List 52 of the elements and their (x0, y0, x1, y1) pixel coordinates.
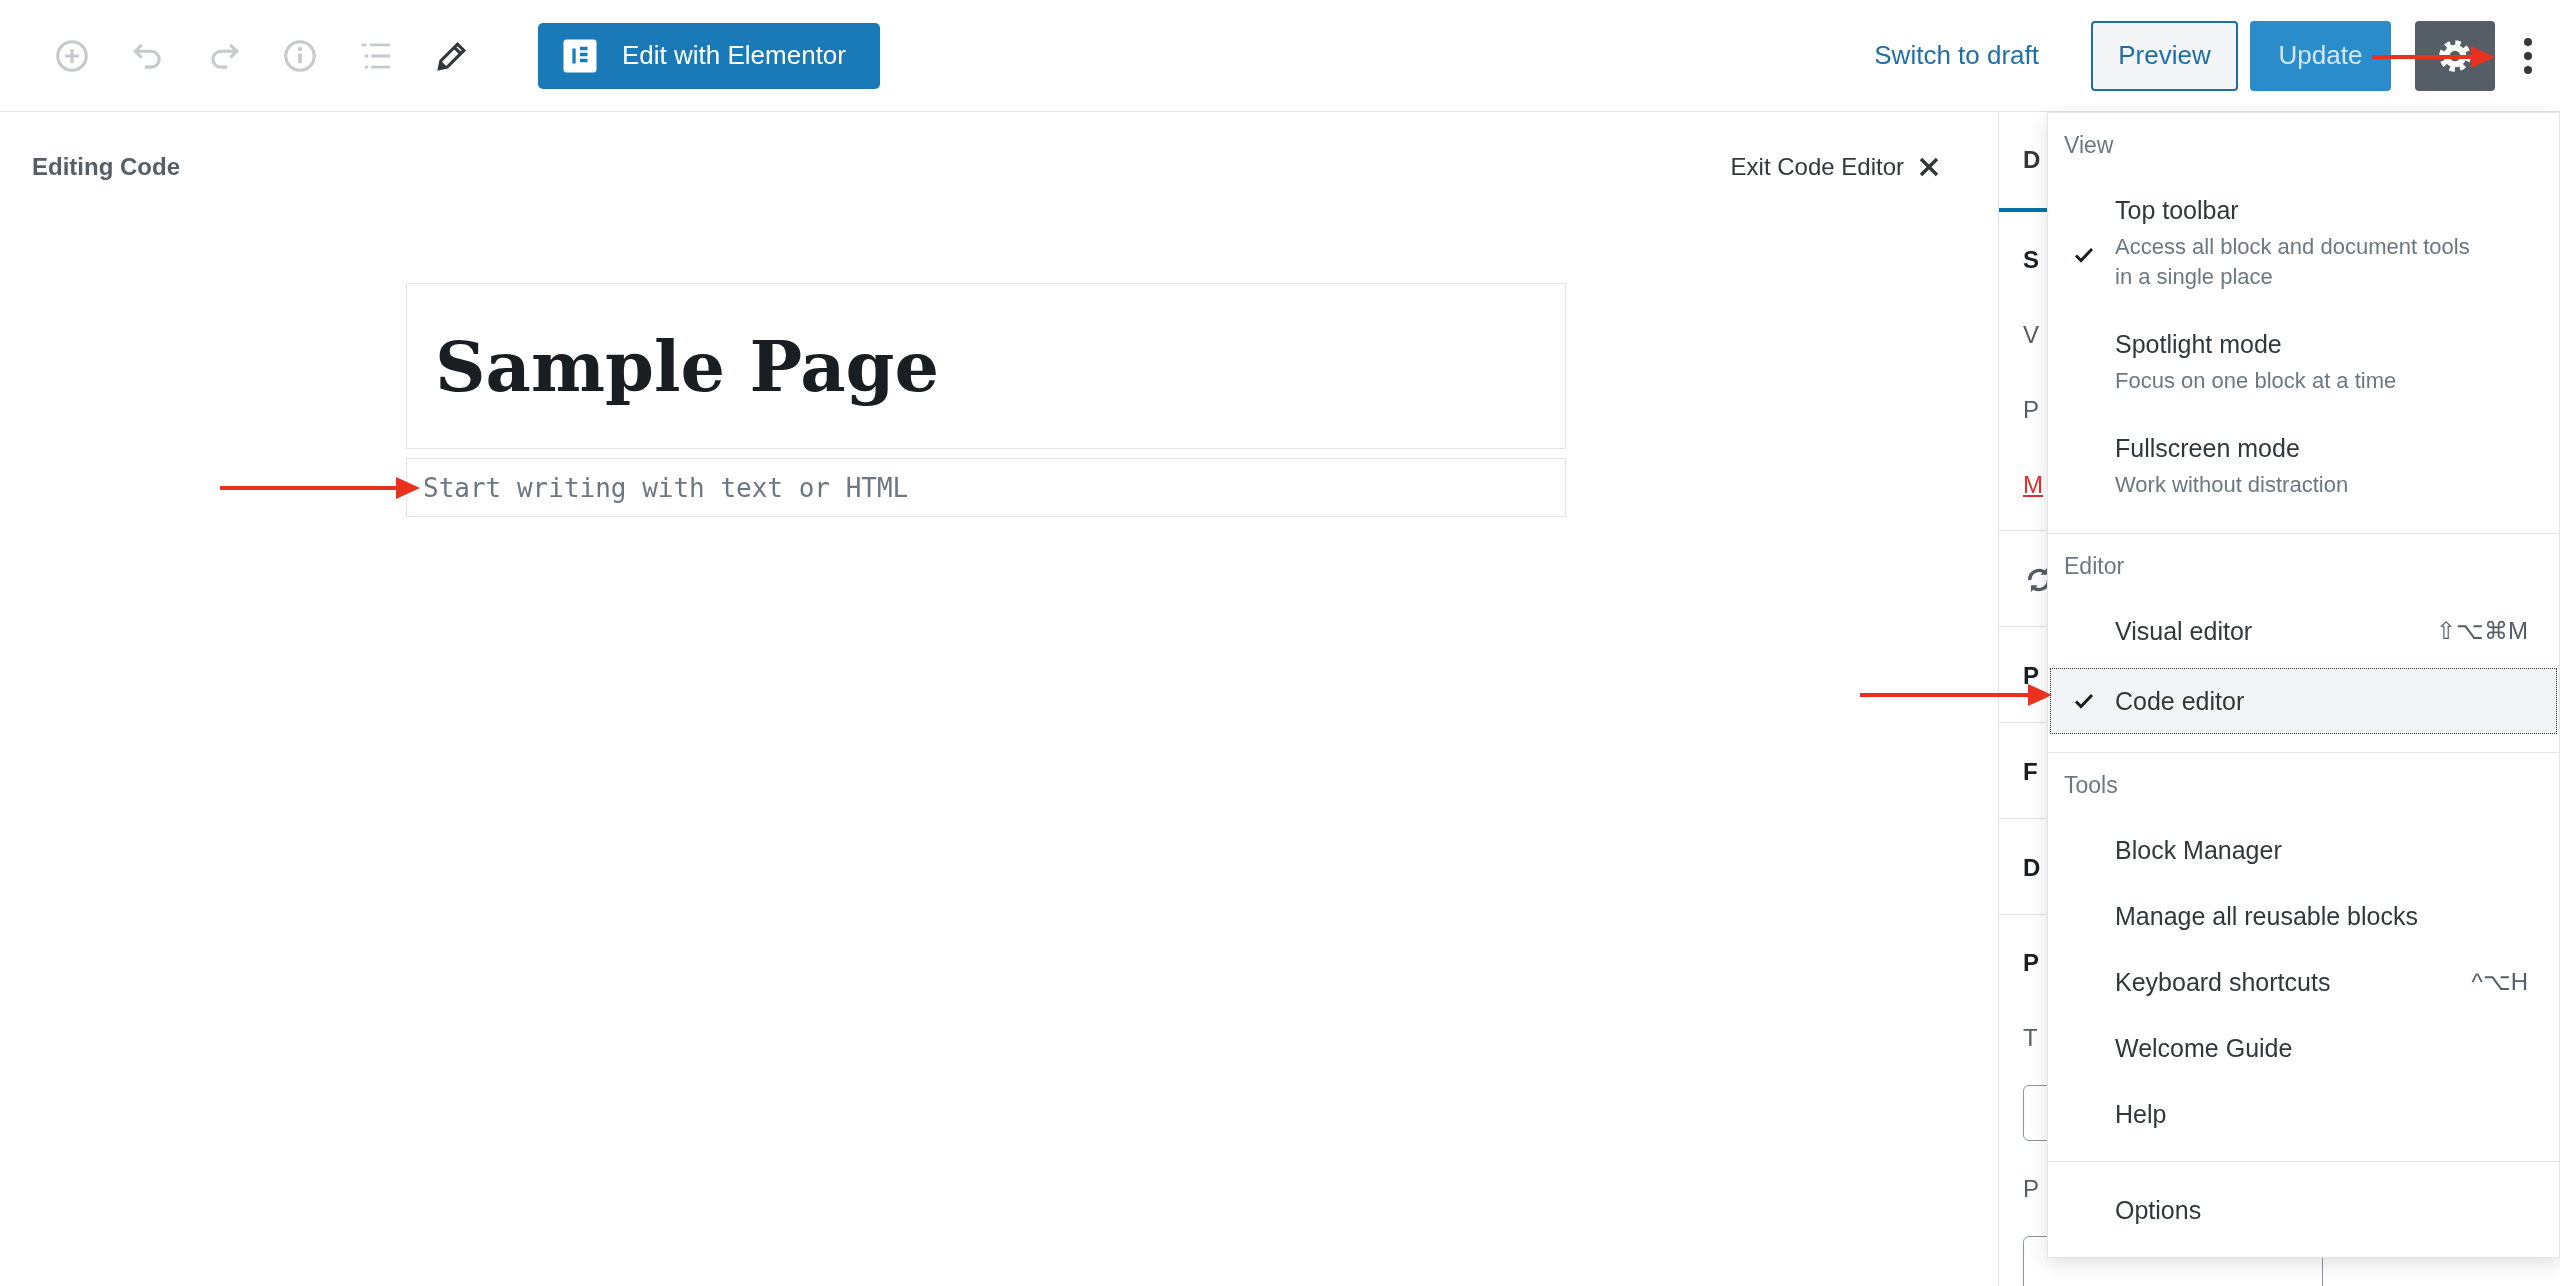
elementor-logo-icon (562, 37, 598, 74)
switch-to-draft-link[interactable]: Switch to draft (1874, 40, 2039, 71)
menu-item-label: Spotlight mode (2115, 329, 2283, 360)
panel-label: P (2023, 1174, 2039, 1203)
menu-group-label: Tools (2064, 771, 2118, 799)
exit-code-editor-link[interactable]: Exit Code Editor (1730, 153, 1904, 181)
more-options-icon[interactable] (2521, 35, 2535, 76)
gear-icon (2437, 37, 2473, 74)
panel-label: P (2023, 395, 2039, 424)
menu-item-label: Code editor (2115, 686, 2246, 717)
panel-label: T (2023, 1023, 2038, 1052)
menu-item[interactable]: Welcome Guide (2050, 1015, 2557, 1081)
menu-item-label: Block Manager (2115, 835, 2283, 866)
menu-item-label: Welcome Guide (2115, 1033, 2294, 1064)
menu-item[interactable]: Visual editor ⇧⌥⌘M (2050, 598, 2557, 664)
menu-item[interactable]: Help (2050, 1081, 2557, 1147)
menu-item[interactable]: Block Manager (2050, 817, 2557, 883)
panel-label: V (2023, 320, 2039, 349)
menu-item[interactable]: Spotlight mode Focus on one block at a time (2050, 311, 2557, 415)
panel-heading[interactable]: F (2023, 757, 2038, 786)
title-field[interactable]: Sample Page (406, 283, 1566, 449)
menu-item-label: Top toolbar (2115, 195, 2240, 226)
menu-item-description: Focus on one block at a time (2115, 367, 2398, 395)
menu-item-label: Manage all reusable blocks (2115, 901, 2419, 932)
menu-group-label: View (2064, 131, 2114, 159)
menu-group-label: Editor (2064, 552, 2125, 580)
menu-item-description: Access all block and document tools in a single place (2115, 233, 2470, 291)
menu-item-label: Options (2115, 1195, 2203, 1226)
menu-item-label: Help (2115, 1099, 2168, 1130)
menu-item[interactable]: Keyboard shortcuts ^⌥H (2050, 949, 2557, 1015)
panel-heading[interactable]: S (2023, 245, 2039, 274)
settings-button[interactable] (2415, 20, 2495, 91)
menu-item[interactable]: Code editor (2050, 668, 2557, 734)
panel-heading[interactable]: D (2023, 853, 2041, 882)
keyboard-shortcut: ⇧⌥⌘M (2436, 617, 2528, 645)
menu-item-label: Keyboard shortcuts (2115, 967, 2332, 998)
panel-heading[interactable]: P (2023, 948, 2039, 977)
panel-heading[interactable]: P (2023, 661, 2039, 690)
menu-item[interactable]: Fullscreen mode Work without distraction (2050, 415, 2557, 519)
menu-item[interactable]: Manage all reusable blocks (2050, 883, 2557, 949)
editing-code-label: Editing Code (32, 153, 180, 181)
close-icon[interactable] (1918, 156, 1940, 178)
keyboard-shortcut: ^⌥H (2471, 968, 2528, 996)
menu-item-description: Work without distraction (2115, 471, 2350, 499)
menu-item[interactable]: Options (2050, 1177, 2557, 1243)
menu-item-label: Visual editor (2115, 616, 2254, 647)
edit-with-elementor-button[interactable]: Edit with Elementor (538, 22, 880, 89)
code-field[interactable]: Start writing with text or HTML (406, 458, 1566, 517)
panel-link[interactable]: M (2023, 470, 2043, 499)
menu-item-label: Fullscreen mode (2115, 433, 2301, 464)
preview-button[interactable]: Preview (2091, 20, 2238, 91)
menu-item[interactable]: Top toolbar Access all block and document tools in a single place (2050, 177, 2557, 311)
